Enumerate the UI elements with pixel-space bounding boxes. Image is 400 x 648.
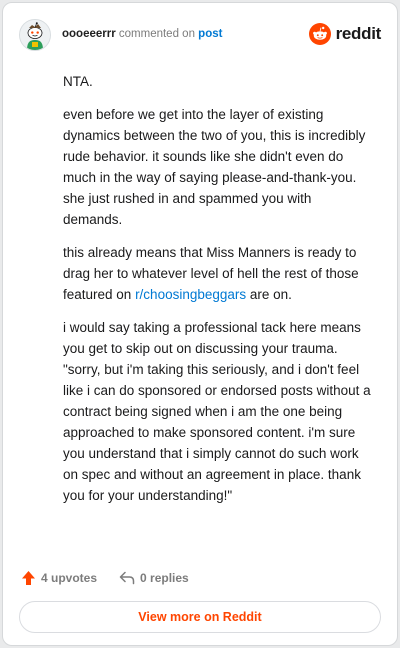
reddit-wordmark: reddit	[335, 24, 382, 43]
subreddit-link[interactable]: r/choosingbeggars	[135, 287, 246, 302]
avatar[interactable]	[19, 19, 51, 51]
reddit-logo-icon	[308, 23, 331, 45]
comment-actions: 4 upvotes 0 replies	[21, 569, 211, 587]
comment-text: are on.	[246, 287, 292, 302]
upvote-arrow-icon	[22, 571, 35, 585]
comment-paragraph: i would say taking a professional tack h…	[63, 320, 371, 503]
snoo-avatar-icon	[20, 20, 50, 50]
post-link[interactable]: post	[198, 28, 222, 40]
comment-paragraph: even before we get into the layer of exi…	[63, 107, 366, 227]
comment-embed-card: oooeeerrr commented on post reddit NTA. …	[2, 2, 398, 646]
upvote-button[interactable]: 4 upvotes	[21, 570, 97, 586]
comment-header: oooeeerrr commented on post reddit	[19, 19, 381, 53]
upvote-count: 4 upvotes	[41, 571, 98, 585]
username-link[interactable]: oooeeerrr	[62, 28, 116, 40]
reply-arrow-icon	[119, 571, 135, 585]
reply-button[interactable]: 0 replies	[119, 571, 189, 585]
comment-body: NTA. even before we get into the layer o…	[63, 71, 373, 518]
commented-on-text: commented on	[118, 28, 195, 40]
comment-meta: oooeeerrr commented on post	[62, 28, 222, 40]
comment-paragraph: this already means that Miss Manners is …	[63, 242, 373, 305]
comment-paragraph: NTA.	[63, 74, 93, 89]
reddit-brand[interactable]: reddit	[308, 23, 382, 45]
reply-count: 0 replies	[140, 571, 189, 585]
view-more-button[interactable]: View more on Reddit	[19, 601, 381, 633]
